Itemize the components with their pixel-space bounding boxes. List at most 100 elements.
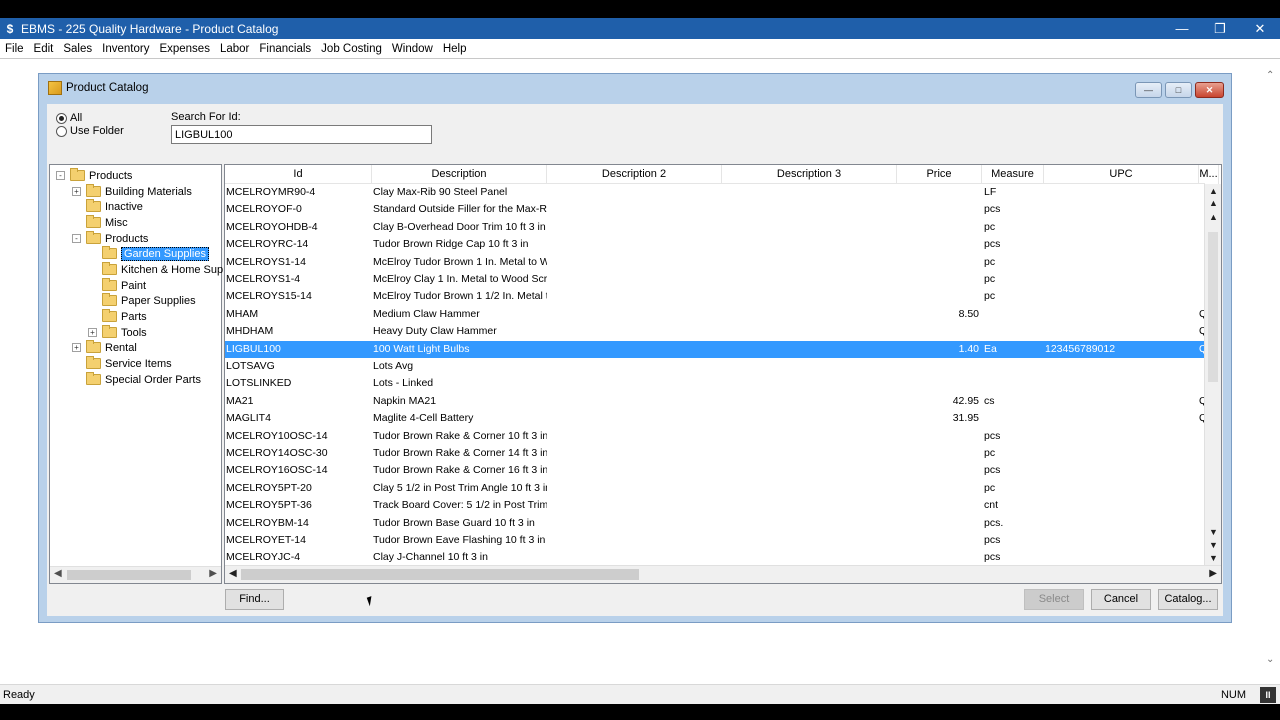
table-row[interactable]: LOTSLINKED Lots - Linked bbox=[225, 375, 1205, 392]
tree-node-paint[interactable]: Paint bbox=[88, 278, 146, 293]
tree-node-products-root[interactable]: - Products bbox=[56, 168, 132, 183]
tree-node-products[interactable]: - Products bbox=[72, 231, 148, 246]
catalog-button[interactable]: Catalog... bbox=[1158, 589, 1218, 610]
table-row[interactable]: LIGBUL100 100 Watt Light Bulbs 1.40 Ea 12345… bbox=[225, 340, 1207, 358]
cell-upc bbox=[1045, 393, 1195, 410]
scroll-left-icon[interactable]: ◀ bbox=[54, 568, 62, 579]
tree-node-garden-supplies[interactable]: Garden Supplies bbox=[88, 246, 209, 261]
expand-icon[interactable]: + bbox=[88, 328, 97, 337]
scroll-page-up-icon[interactable]: ▲ bbox=[1209, 198, 1218, 208]
menu-inventory[interactable]: Inventory bbox=[97, 43, 154, 55]
pause-icon[interactable]: II bbox=[1260, 687, 1276, 703]
workspace-scrollbar[interactable]: ⌃ ⌄ bbox=[1263, 64, 1280, 674]
table-row[interactable]: MAGLIT4Maglite 4-Cell Battery31.95Q bbox=[225, 410, 1207, 427]
table-row[interactable]: MCELROYOHDB-4 Clay B-Overhead Door Trim 1… bbox=[225, 219, 1205, 236]
scroll-right-icon[interactable]: ▶ bbox=[1209, 568, 1217, 579]
table-row[interactable]: MCELROY14OSC-30 Tudor Brown Rake & Corner… bbox=[225, 445, 1205, 462]
cell-id: MCELROYS1-14 bbox=[226, 255, 306, 268]
scroll-top-icon[interactable]: ▲ bbox=[1209, 186, 1218, 196]
column-header-measure[interactable]: Measure bbox=[982, 165, 1044, 184]
table-row[interactable]: MCELROYS15-14 McElroy Tudor Brown 1 1/2 I… bbox=[225, 288, 1205, 305]
cell-measure bbox=[984, 375, 1039, 392]
expand-icon[interactable]: + bbox=[72, 187, 81, 196]
table-row[interactable]: MCELROY16OSC-14 Tudor Brown Rake & Corner… bbox=[225, 462, 1205, 479]
radio-all-button[interactable] bbox=[56, 112, 67, 124]
tree-node-kitchen-home[interactable]: Kitchen & Home Sup bbox=[88, 262, 223, 277]
column-header-description-3[interactable]: Description 3 bbox=[722, 165, 897, 184]
cell-upc bbox=[1045, 428, 1195, 445]
menu-expenses[interactable]: Expenses bbox=[154, 43, 215, 55]
tree-node-building-materials[interactable]: + Building Materials bbox=[72, 184, 192, 199]
collapse-icon[interactable]: - bbox=[72, 234, 81, 243]
table-row[interactable]: MCELROYS1-14 McElroy Tudor Brown 1 In. Me… bbox=[225, 254, 1205, 271]
table-row[interactable]: MA21Napkin MA2142.95csQ bbox=[225, 393, 1207, 410]
scroll-left-icon[interactable]: ◀ bbox=[229, 568, 237, 579]
radio-all[interactable]: All bbox=[56, 112, 82, 124]
dialog-close-icon[interactable]: ✕ bbox=[1195, 82, 1224, 98]
column-header-id[interactable]: Id bbox=[225, 165, 372, 184]
table-row[interactable]: LOTSAVG Lots Avg bbox=[225, 358, 1205, 375]
column-header-m[interactable]: M... bbox=[1199, 165, 1219, 184]
grid-vscroll-thumb[interactable] bbox=[1208, 232, 1218, 382]
table-row[interactable]: MHAMMedium Claw Hammer8.50Q bbox=[225, 306, 1207, 323]
tree-node-tools[interactable]: + Tools bbox=[88, 325, 147, 340]
table-row[interactable]: MCELROY5PT-36 Track Board Cover: 5 1/2 in… bbox=[225, 497, 1205, 514]
table-row[interactable]: MCELROY10OSC-14 Tudor Brown Rake & Corner… bbox=[225, 428, 1205, 445]
radio-use-folder[interactable]: Use Folder bbox=[56, 125, 124, 137]
scroll-up-icon[interactable]: ▲ bbox=[1209, 212, 1218, 222]
close-icon[interactable]: ✕ bbox=[1240, 18, 1280, 39]
tree-node-special-order-parts[interactable]: Special Order Parts bbox=[72, 372, 201, 387]
collapse-icon[interactable]: - bbox=[56, 171, 65, 180]
cell-upc bbox=[1045, 462, 1195, 479]
search-input[interactable] bbox=[171, 125, 432, 144]
table-row[interactable]: MCELROYMR90-4 Clay Max-Rib 90 Steel Panel… bbox=[225, 184, 1205, 201]
column-header-upc[interactable]: UPC bbox=[1044, 165, 1199, 184]
table-row[interactable]: MCELROYRC-14 Tudor Brown Ridge Cap 10 ft … bbox=[225, 236, 1205, 253]
scroll-right-icon[interactable]: ▶ bbox=[209, 568, 217, 579]
table-row[interactable]: MCELROYOF-0 Standard Outside Filler for t… bbox=[225, 201, 1205, 218]
menu-file[interactable]: File bbox=[0, 43, 29, 55]
tree-horizontal-scrollbar[interactable]: ◀ ▶ bbox=[50, 566, 221, 583]
column-header-description-2[interactable]: Description 2 bbox=[547, 165, 722, 184]
cell-measure: pc bbox=[984, 290, 996, 303]
select-button[interactable]: Select bbox=[1024, 589, 1084, 610]
scroll-bottom-icon[interactable]: ▼ bbox=[1209, 553, 1218, 563]
table-row[interactable]: MCELROYS1-4 McElroy Clay 1 In. Metal to W… bbox=[225, 271, 1205, 288]
table-row[interactable]: MHDHAMHeavy Duty Claw HammerQ bbox=[225, 323, 1207, 340]
menu-window[interactable]: Window bbox=[387, 43, 438, 55]
scroll-up-icon[interactable]: ⌃ bbox=[1266, 70, 1274, 81]
table-row[interactable]: MCELROYBM-14 Tudor Brown Base Guard 10 ft… bbox=[225, 515, 1205, 532]
tree-node-service-items[interactable]: Service Items bbox=[72, 356, 172, 371]
menu-help[interactable]: Help bbox=[438, 43, 472, 55]
grid-hscroll-thumb[interactable] bbox=[241, 569, 639, 580]
menu-job-costing[interactable]: Job Costing bbox=[316, 43, 387, 55]
menu-sales[interactable]: Sales bbox=[58, 43, 97, 55]
dialog-minimize-icon[interactable]: — bbox=[1135, 82, 1162, 98]
grid-vertical-scrollbar[interactable]: ▲ ▲ ▲ ▼ ▼ ▼ bbox=[1204, 184, 1221, 565]
tree-node-inactive[interactable]: Inactive bbox=[72, 199, 143, 214]
tree-node-misc[interactable]: Misc bbox=[72, 215, 128, 230]
restore-icon[interactable]: ❐ bbox=[1200, 18, 1240, 39]
menu-financials[interactable]: Financials bbox=[254, 43, 316, 55]
minimize-icon[interactable]: — bbox=[1162, 18, 1202, 39]
cell-id: MCELROYJC-4 bbox=[226, 551, 301, 564]
radio-use-folder-button[interactable] bbox=[56, 125, 67, 137]
menu-edit[interactable]: Edit bbox=[29, 43, 59, 55]
scroll-down-icon[interactable]: ⌄ bbox=[1266, 654, 1274, 665]
menu-labor[interactable]: Labor bbox=[215, 43, 254, 55]
scroll-page-down-icon[interactable]: ▼ bbox=[1209, 540, 1218, 550]
grid-horizontal-scrollbar[interactable]: ◀ ▶ bbox=[225, 565, 1221, 583]
tree-node-paper-supplies[interactable]: Paper Supplies bbox=[88, 293, 196, 308]
column-header-description[interactable]: Description bbox=[372, 165, 547, 184]
table-row[interactable]: MCELROY5PT-20 Clay 5 1/2 in Post Trim Ang… bbox=[225, 480, 1205, 497]
tree-scroll-thumb[interactable] bbox=[67, 570, 191, 580]
tree-node-parts[interactable]: Parts bbox=[88, 309, 147, 324]
cancel-button[interactable]: Cancel bbox=[1091, 589, 1151, 610]
scroll-down-icon[interactable]: ▼ bbox=[1209, 527, 1218, 537]
table-row[interactable]: MCELROYET-14 Tudor Brown Eave Flashing 10… bbox=[225, 532, 1205, 549]
expand-icon[interactable]: + bbox=[72, 343, 81, 352]
tree-node-rental[interactable]: + Rental bbox=[72, 340, 137, 355]
find-button[interactable]: Find... bbox=[225, 589, 284, 610]
dialog-maximize-icon[interactable]: □ bbox=[1165, 82, 1192, 98]
column-header-price[interactable]: Price bbox=[897, 165, 982, 184]
